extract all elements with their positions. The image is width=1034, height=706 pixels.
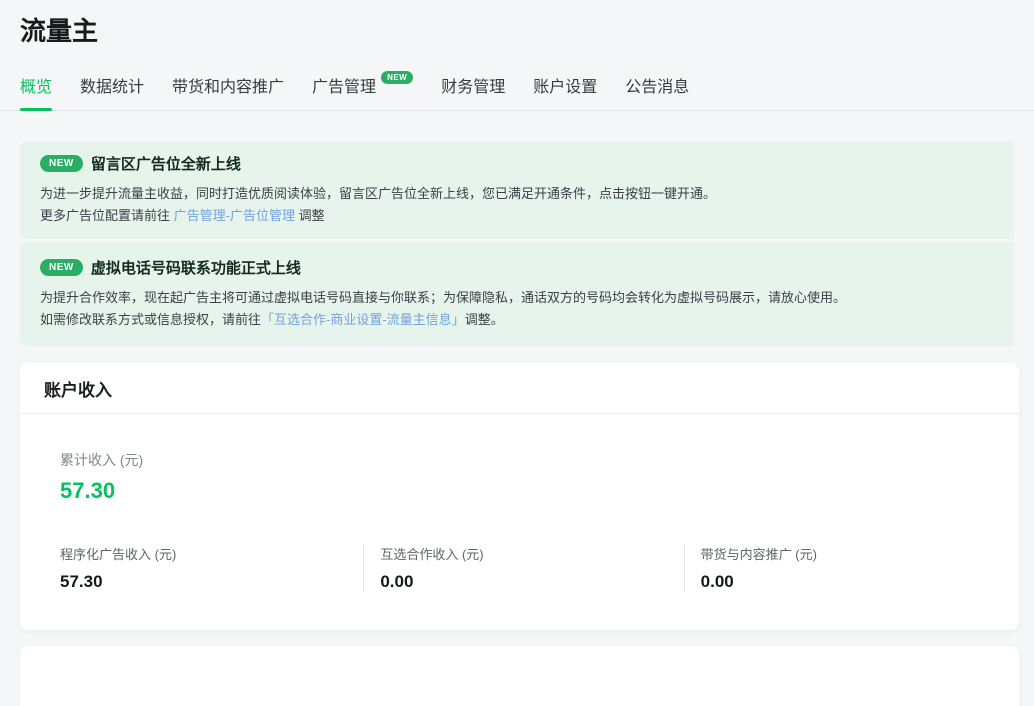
card-header: 账户收入 [20, 363, 1019, 414]
notice-banner-virtual-phone: NEW 虚拟电话号码联系功能正式上线 为提升合作效率，现在起广告主将可通过虚拟电… [20, 242, 1014, 346]
banner-text-suffix: 调整。 [464, 312, 504, 327]
account-income-card: 账户收入 累计收入 (元) 57.30 程序化广告收入 (元) 57.30 互选… [20, 363, 1019, 630]
card-title: 账户收入 [44, 381, 112, 400]
card-body: 累计收入 (元) 57.30 程序化广告收入 (元) 57.30 互选合作收入 … [20, 414, 1019, 630]
next-card-partial [20, 646, 1019, 706]
tab-overview[interactable]: 概览 [20, 73, 53, 111]
income-label: 程序化广告收入 (元) [60, 547, 177, 562]
mutual-selection-income: 互选合作收入 (元) 0.00 [363, 544, 683, 592]
banner-text-line: 如需修改联系方式或信息授权，请前往「互选合作-商业设置-流量主信息」调整。 [40, 309, 994, 331]
banner-heading: NEW 留言区广告位全新上线 [40, 153, 994, 174]
income-columns: 程序化广告收入 (元) 57.30 互选合作收入 (元) 0.00 带货与内容推… [20, 544, 1004, 592]
banner-text-line: 更多广告位配置请前往 广告管理-广告位管理 调整 [40, 205, 994, 227]
page-header: 流量主 [0, 0, 1034, 48]
tab-announcements-label: 公告消息 [625, 79, 690, 96]
banner-title: 留言区广告位全新上线 [90, 156, 241, 173]
goods-content-promotion-income: 带货与内容推广 (元) 0.00 [683, 544, 1004, 592]
tab-finance-management[interactable]: 财务管理 [441, 73, 505, 110]
total-income-label: 累计收入 (元) [60, 452, 144, 468]
banner-text-suffix: 调整 [294, 208, 325, 223]
tab-ad-management[interactable]: 广告管理 NEW [312, 71, 414, 110]
tab-overview-label: 概览 [20, 79, 53, 96]
tab-goods-content-promotion-label: 带货和内容推广 [172, 79, 285, 96]
tab-account-settings[interactable]: 账户设置 [533, 73, 597, 110]
banner-text-prefix: 更多广告位配置请前往 [40, 208, 174, 223]
new-badge: NEW [381, 71, 414, 84]
income-label: 互选合作收入 (元) [380, 547, 484, 562]
banner-title: 虚拟电话号码联系功能正式上线 [90, 260, 301, 277]
new-badge: NEW [40, 259, 83, 276]
notice-banner-comment-ad: NEW 留言区广告位全新上线 为进一步提升流量主收益，同时打造优质阅读体验，留言… [20, 141, 1014, 239]
tab-data-statistics-label: 数据统计 [80, 79, 145, 96]
total-income-value: 57.30 [60, 478, 116, 503]
tab-announcements[interactable]: 公告消息 [625, 73, 689, 110]
tab-goods-content-promotion[interactable]: 带货和内容推广 [172, 73, 284, 110]
tab-ad-management-label: 广告管理 [312, 79, 377, 96]
income-label: 带货与内容推广 (元) [700, 547, 817, 562]
page-title: 流量主 [20, 16, 99, 46]
banner-text-line: 为进一步提升流量主收益，同时打造优质阅读体验，留言区广告位全新上线，您已满足开通… [40, 186, 717, 201]
ad-management-link[interactable]: 广告管理-广告位管理 [174, 208, 295, 223]
banner-text-prefix: 如需修改联系方式或信息授权，请前往 [40, 312, 262, 327]
new-badge: NEW [40, 155, 83, 172]
income-value: 0.00 [700, 572, 734, 591]
tab-data-statistics[interactable]: 数据统计 [80, 73, 144, 110]
income-value: 0.00 [380, 572, 414, 591]
banner-heading: NEW 虚拟电话号码联系功能正式上线 [40, 257, 994, 278]
income-value: 57.30 [60, 572, 103, 591]
mutual-selection-settings-link[interactable]: 「互选合作-商业设置-流量主信息」 [261, 312, 465, 327]
tab-bar: 概览 数据统计 带货和内容推广 广告管理 NEW 财务管理 账户设置 公告消息 [0, 71, 1034, 111]
banner-text-line: 为提升合作效率，现在起广告主将可通过虚拟电话号码直接与你联系；为保障隐私，通话双… [40, 290, 847, 305]
programmatic-ad-income: 程序化广告收入 (元) 57.30 [20, 544, 363, 592]
tab-finance-management-label: 财务管理 [441, 79, 506, 96]
tab-account-settings-label: 账户设置 [533, 79, 598, 96]
